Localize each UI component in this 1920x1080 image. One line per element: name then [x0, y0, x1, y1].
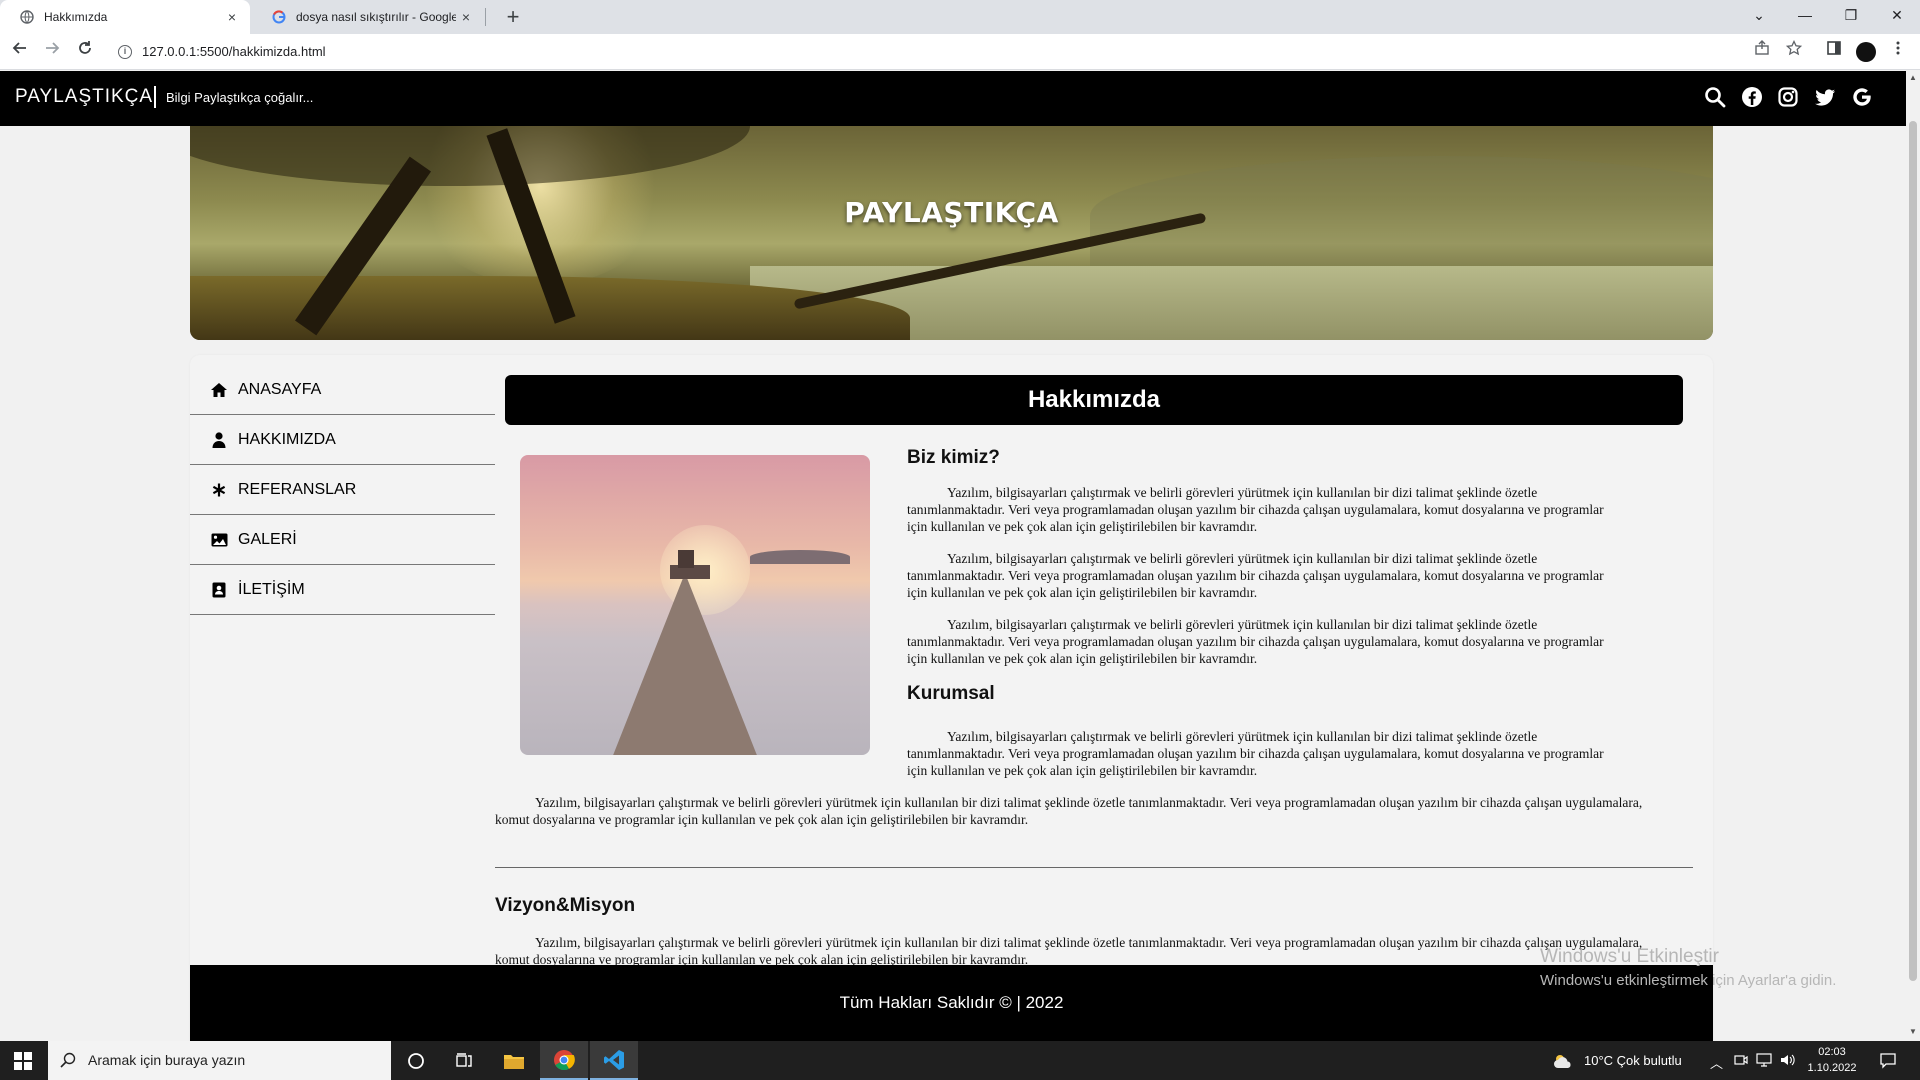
image-icon — [210, 531, 228, 549]
menu-label: ANASAYFA — [238, 380, 322, 398]
menu-item-iletisim[interactable]: İLETİŞİM — [190, 565, 495, 615]
activation-watermark-text: Windows'u etkinleştirmek için Ayarlar'a … — [1540, 972, 1837, 989]
tab-google-search[interactable]: dosya nasıl sıkıştırılır - Google'da × — [252, 0, 484, 34]
reload-icon[interactable] — [73, 40, 97, 64]
pier-sunset-photo — [520, 455, 870, 755]
site-footer: Tüm Hakları Saklıdır © | 2022 — [190, 965, 1713, 1041]
forward-arrow-icon[interactable] — [40, 40, 64, 64]
scrollbar-thumb[interactable] — [1909, 121, 1917, 981]
more-menu-icon[interactable] — [1886, 40, 1910, 64]
section-heading-vizyon-misyon: Vizyon&Misyon — [495, 895, 636, 916]
search-icon — [60, 1052, 76, 1068]
notifications-icon[interactable] — [1880, 1053, 1896, 1072]
task-view-icon[interactable] — [440, 1041, 488, 1080]
hero-title: PAYLAŞTIKÇA — [844, 196, 1059, 229]
site-header: PAYLAŞTIKÇA Bilgi Paylaştıkça çoğalır... — [0, 71, 1906, 126]
menu-label: GALERİ — [238, 530, 297, 548]
page-scrollbar[interactable]: ▲ ▼ — [1906, 71, 1920, 1041]
google-plus-icon[interactable] — [1851, 86, 1875, 110]
paragraph: Yazılım, bilgisayarları çalıştırmak ve b… — [495, 935, 1643, 967]
share-icon[interactable] — [1750, 40, 1774, 64]
meet-now-icon[interactable] — [1734, 1053, 1748, 1070]
chrome-icon[interactable] — [540, 1041, 588, 1080]
tab-title: dosya nasıl sıkıştırılır - Google'da — [296, 10, 456, 24]
brand-divider — [154, 86, 156, 108]
hero-banner: PAYLAŞTIKÇA — [190, 126, 1713, 340]
asterisk-icon — [210, 481, 228, 499]
taskbar-search[interactable]: Aramak için buraya yazın — [48, 1041, 391, 1080]
paragraph: Yazılım, bilgisayarları çalıştırmak ve b… — [907, 485, 1604, 534]
menu-item-anasayfa[interactable]: ANASAYFA — [190, 365, 495, 415]
user-icon — [210, 431, 228, 449]
twitter-icon[interactable] — [1814, 86, 1838, 110]
content-card: ANASAYFA HAKKIMIZDA REFERANSLAR GALERİ İ… — [190, 355, 1713, 1041]
instagram-icon[interactable] — [1777, 86, 1801, 110]
google-icon — [272, 10, 286, 24]
globe-icon — [20, 10, 34, 24]
vscode-icon[interactable] — [590, 1041, 638, 1080]
restore-button[interactable]: ❐ — [1828, 0, 1874, 30]
paragraph: Yazılım, bilgisayarları çalıştırmak ve b… — [907, 551, 1604, 600]
clock-time: 02:03 — [1818, 1046, 1846, 1058]
system-clock[interactable]: 02:03 1.10.2022 — [1805, 1044, 1859, 1076]
menu-item-hakkimizda[interactable]: HAKKIMIZDA — [190, 415, 495, 465]
menu-label: İLETİŞİM — [238, 580, 305, 598]
photo-pier — [610, 573, 760, 755]
address-bar[interactable]: i 127.0.0.1:5500/hakkimizda.html — [108, 37, 1768, 67]
section-divider — [495, 867, 1693, 868]
browser-tabstrip: Hakkımızda × dosya nasıl sıkıştırılır - … — [0, 0, 1920, 34]
windows-taskbar: Aramak için buraya yazın 10°C Çok bulutl… — [0, 1041, 1920, 1080]
file-explorer-icon[interactable] — [490, 1041, 538, 1080]
network-icon[interactable] — [1756, 1053, 1772, 1070]
facebook-icon[interactable] — [1741, 86, 1765, 110]
url-text[interactable]: 127.0.0.1:5500/hakkimizda.html — [142, 44, 326, 59]
section-heading-biz-kimiz: Biz kimiz? — [907, 447, 1000, 468]
home-icon — [210, 381, 228, 399]
menu-label: REFERANSLAR — [238, 480, 357, 498]
site-brand[interactable]: PAYLAŞTIKÇA — [15, 86, 153, 108]
weather-cloud-icon[interactable] — [1552, 1053, 1574, 1072]
scroll-up-arrow[interactable]: ▲ — [1906, 73, 1920, 82]
tab-close-icon[interactable]: × — [222, 9, 242, 25]
bookmark-star-icon[interactable] — [1782, 39, 1806, 64]
profile-avatar[interactable] — [1856, 42, 1876, 62]
new-tab-button[interactable]: + — [500, 4, 526, 30]
section-heading-kurumsal: Kurumsal — [907, 683, 995, 704]
weather-text[interactable]: 10°C Çok bulutlu — [1584, 1053, 1682, 1068]
tab-search-icon[interactable]: ⌄ — [1736, 0, 1782, 30]
photo-island — [750, 550, 850, 564]
minimize-button[interactable]: — — [1782, 0, 1828, 30]
taskbar-search-placeholder: Aramak için buraya yazın — [88, 1052, 246, 1068]
contact-card-icon — [210, 581, 228, 599]
volume-icon[interactable] — [1780, 1053, 1796, 1070]
side-panel-icon[interactable] — [1822, 40, 1846, 64]
tab-divider — [485, 8, 486, 26]
page-title: Hakkımızda — [505, 375, 1683, 425]
browser-toolbar: i 127.0.0.1:5500/hakkimizda.html — [0, 34, 1920, 70]
search-icon[interactable] — [1704, 86, 1728, 110]
close-window-button[interactable]: ✕ — [1874, 0, 1920, 30]
menu-item-galeri[interactable]: GALERİ — [190, 515, 495, 565]
back-arrow-icon[interactable] — [8, 40, 32, 64]
scroll-down-arrow[interactable]: ▼ — [1906, 1027, 1920, 1036]
activation-watermark-title: Windows'u Etkinleştir — [1540, 946, 1719, 967]
tab-hakkimizda[interactable]: Hakkımızda × — [0, 0, 250, 34]
cortana-icon[interactable] — [392, 1041, 440, 1080]
windows-start-icon[interactable] — [14, 1052, 32, 1070]
menu-item-referanslar[interactable]: REFERANSLAR — [190, 465, 495, 515]
paragraph: Yazılım, bilgisayarları çalıştırmak ve b… — [907, 729, 1604, 778]
tab-close-icon[interactable]: × — [456, 9, 476, 25]
paragraph: Yazılım, bilgisayarları çalıştırmak ve b… — [495, 795, 1643, 827]
tray-chevron-icon[interactable]: ︿ — [1710, 1053, 1723, 1072]
side-menu: ANASAYFA HAKKIMIZDA REFERANSLAR GALERİ İ… — [190, 365, 495, 615]
page-viewport: PAYLAŞTIKÇA Bilgi Paylaştıkça çoğalır...… — [0, 71, 1906, 1041]
clock-date: 1.10.2022 — [1807, 1062, 1857, 1074]
tab-title: Hakkımızda — [44, 10, 108, 24]
site-info-icon[interactable]: i — [118, 45, 132, 59]
site-tagline: Bilgi Paylaştıkça çoğalır... — [166, 90, 314, 105]
menu-label: HAKKIMIZDA — [238, 430, 336, 448]
photo-hut — [678, 550, 694, 568]
paragraph: Yazılım, bilgisayarları çalıştırmak ve b… — [907, 617, 1604, 666]
